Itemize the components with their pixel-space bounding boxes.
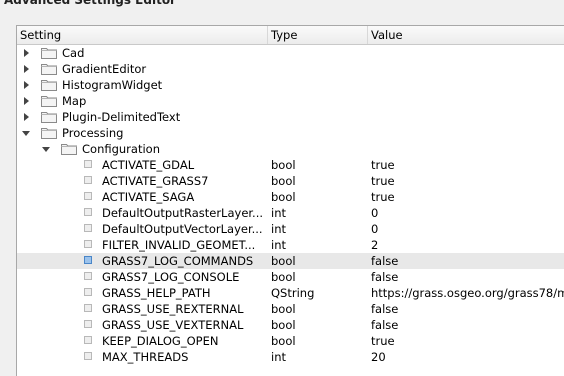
settings-tree[interactable]: Setting Type Value Cad GradientEditor Hist… — [16, 25, 564, 376]
setting-value[interactable]: true — [371, 173, 564, 189]
setting-value[interactable]: https://grass.osgeo.org/grass78/m — [371, 285, 564, 301]
setting-leaf-icon — [84, 336, 92, 344]
setting-leaf-icon — [84, 176, 92, 184]
setting-name: GRASS_USE_REXTERNAL — [102, 302, 244, 316]
tree-group-row[interactable]: Map — [17, 93, 564, 109]
tree-group-row[interactable]: Configuration — [17, 141, 564, 157]
setting-value[interactable]: true — [371, 157, 564, 173]
tree-group-label: Cad — [62, 46, 85, 60]
tree-group-label: Plugin-DelimitedText — [62, 110, 181, 124]
setting-row[interactable]: GRASS7_LOG_COMMANDS bool false — [17, 253, 564, 269]
setting-value[interactable]: 2 — [371, 237, 564, 253]
tree-header: Setting Type Value — [17, 26, 564, 45]
setting-value[interactable]: 0 — [371, 221, 564, 237]
setting-name: GRASS_HELP_PATH — [102, 286, 211, 300]
setting-row[interactable]: DefaultOutputRasterLayer... int 0 — [17, 205, 564, 221]
setting-name: KEEP_DIALOG_OPEN — [102, 334, 219, 348]
tree-group-label: HistogramWidget — [62, 78, 163, 92]
setting-name: ACTIVATE_GRASS7 — [102, 174, 209, 188]
setting-leaf-icon — [84, 352, 92, 360]
folder-icon — [41, 110, 57, 123]
setting-value[interactable]: false — [371, 269, 564, 285]
setting-value[interactable]: false — [371, 301, 564, 317]
folder-icon — [41, 62, 57, 75]
setting-leaf-icon — [84, 224, 92, 232]
setting-type: int — [271, 222, 286, 236]
folder-icon — [41, 46, 57, 59]
setting-leaf-icon — [84, 256, 92, 264]
chevron-right-icon[interactable] — [21, 93, 31, 109]
tree-group-label: GradientEditor — [62, 62, 147, 76]
window-title: Advanced Settings Editor — [4, 0, 176, 7]
setting-leaf-icon — [84, 192, 92, 200]
setting-name: GRASS7_LOG_CONSOLE — [102, 270, 240, 284]
setting-row[interactable]: FILTER_INVALID_GEOMET... int 2 — [17, 237, 564, 253]
setting-row[interactable]: GRASS7_LOG_CONSOLE bool false — [17, 269, 564, 285]
setting-value[interactable]: true — [371, 333, 564, 349]
setting-name: DefaultOutputRasterLayer... — [102, 206, 264, 220]
setting-type: bool — [271, 318, 296, 332]
setting-row[interactable]: GRASS_USE_REXTERNAL bool false — [17, 301, 564, 317]
setting-row[interactable]: ACTIVATE_GRASS7 bool true — [17, 173, 564, 189]
chevron-down-icon[interactable] — [21, 125, 31, 141]
setting-row[interactable]: ACTIVATE_SAGA bool true — [17, 189, 564, 205]
setting-value[interactable]: false — [371, 253, 564, 269]
setting-type: int — [271, 350, 286, 364]
setting-type: bool — [271, 190, 296, 204]
setting-row[interactable]: GRASS_HELP_PATH QString https://grass.osge… — [17, 285, 564, 301]
setting-name: FILTER_INVALID_GEOMET... — [102, 238, 256, 252]
setting-value[interactable]: 0 — [371, 205, 564, 221]
setting-name: ACTIVATE_GDAL — [102, 158, 195, 172]
setting-value[interactable]: 20 — [371, 349, 564, 365]
chevron-down-icon[interactable] — [41, 141, 51, 157]
chevron-right-icon[interactable] — [21, 77, 31, 93]
setting-leaf-icon — [84, 208, 92, 216]
setting-leaf-icon — [84, 240, 92, 248]
setting-name: MAX_THREADS — [102, 350, 189, 364]
folder-icon — [41, 126, 57, 139]
tree-group-row[interactable]: Cad — [17, 45, 564, 61]
tree-group-row[interactable]: GradientEditor — [17, 61, 564, 77]
column-header-type[interactable]: Type — [268, 26, 368, 44]
setting-name: DefaultOutputVectorLayer... — [102, 222, 263, 236]
setting-type: bool — [271, 302, 296, 316]
folder-icon — [61, 142, 77, 155]
tree-group-row[interactable]: Plugin-DelimitedText — [17, 109, 564, 125]
tree-group-label: Processing — [62, 126, 124, 140]
setting-leaf-icon — [84, 288, 92, 296]
setting-type: bool — [271, 270, 296, 284]
tree-group-label: Map — [62, 94, 87, 108]
chevron-right-icon[interactable] — [21, 109, 31, 125]
chevron-right-icon[interactable] — [21, 61, 31, 77]
setting-row[interactable]: DefaultOutputVectorLayer... int 0 — [17, 221, 564, 237]
setting-name: GRASS_USE_VEXTERNAL — [102, 318, 244, 332]
setting-leaf-icon — [84, 320, 92, 328]
setting-row[interactable]: MAX_THREADS int 20 — [17, 349, 564, 365]
setting-type: bool — [271, 158, 296, 172]
setting-row[interactable]: ACTIVATE_GDAL bool true — [17, 157, 564, 173]
folder-icon — [41, 94, 57, 107]
setting-leaf-icon — [84, 304, 92, 312]
setting-type: int — [271, 238, 286, 252]
tree-group-row[interactable]: Processing — [17, 125, 564, 141]
setting-type: int — [271, 206, 286, 220]
setting-type: bool — [271, 254, 296, 268]
setting-row[interactable]: GRASS_USE_VEXTERNAL bool false — [17, 317, 564, 333]
folder-icon — [41, 78, 57, 91]
setting-name: ACTIVATE_SAGA — [102, 190, 195, 204]
setting-type: bool — [271, 334, 296, 348]
setting-leaf-icon — [84, 160, 92, 168]
setting-leaf-icon — [84, 272, 92, 280]
setting-type: QString — [271, 286, 315, 300]
tree-group-row[interactable]: HistogramWidget — [17, 77, 564, 93]
setting-row[interactable]: KEEP_DIALOG_OPEN bool true — [17, 333, 564, 349]
setting-value[interactable]: true — [371, 189, 564, 205]
setting-name: GRASS7_LOG_COMMANDS — [102, 254, 254, 268]
column-header-setting[interactable]: Setting — [17, 26, 268, 44]
column-header-value[interactable]: Value — [368, 26, 564, 44]
tree-group-label: Configuration — [82, 142, 160, 156]
setting-value[interactable]: false — [371, 317, 564, 333]
chevron-right-icon[interactable] — [21, 45, 31, 61]
setting-type: bool — [271, 174, 296, 188]
